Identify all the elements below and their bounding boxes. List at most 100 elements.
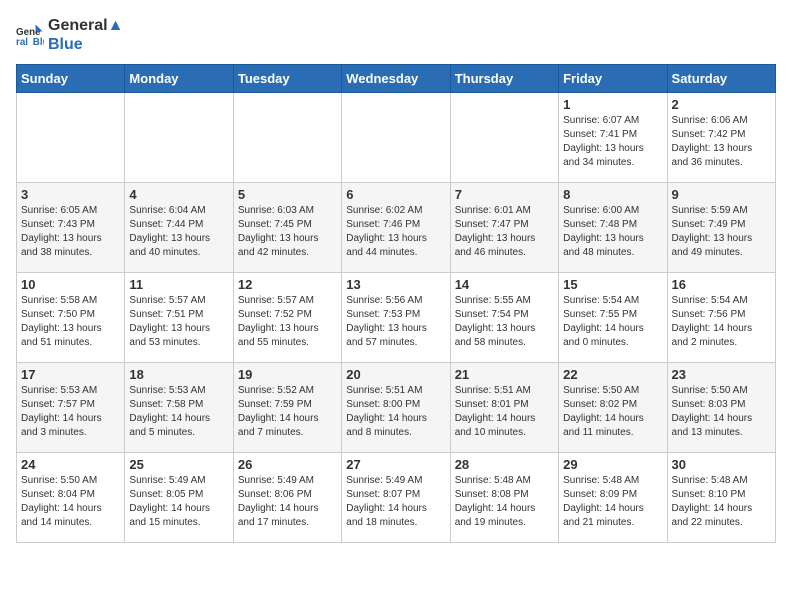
- day-number: 25: [129, 457, 228, 472]
- day-number: 30: [672, 457, 771, 472]
- calendar-cell: 13Sunrise: 5:56 AM Sunset: 7:53 PM Dayli…: [342, 273, 450, 363]
- day-number: 2: [672, 97, 771, 112]
- calendar-header-row: SundayMondayTuesdayWednesdayThursdayFrid…: [17, 65, 776, 93]
- calendar-cell: [342, 93, 450, 183]
- week-row-4: 17 Sunrise: 5:53 AM Sunset: 7:57 PM Dayli…: [17, 363, 776, 453]
- logo: Gene ral Blue General▲ Blue: [16, 16, 123, 54]
- svg-text:ral: ral: [16, 37, 28, 48]
- day-header-saturday: Saturday: [667, 65, 775, 93]
- day-info: Sunrise: 6:05 AM Sunset: 7:43 PM Dayligh…: [21, 204, 120, 260]
- day-info: Sunrise: 5:50 AM Sunset: 8:03 PM Dayligh…: [672, 384, 771, 440]
- logo-general: General▲: [48, 16, 123, 35]
- calendar-cell: 25 Sunrise: 5:49 AM Sunset: 8:05 PM Dayli…: [125, 453, 233, 543]
- day-number: 5: [238, 187, 337, 202]
- calendar-cell: 15 Sunrise: 5:54 AM Sunset: 7:55 PM Dayli…: [559, 273, 667, 363]
- day-number: 4: [129, 187, 228, 202]
- day-info: Sunrise: 5:56 AM Sunset: 7:53 PM Dayligh…: [346, 294, 445, 350]
- day-number: 19: [238, 367, 337, 382]
- day-header-friday: Friday: [559, 65, 667, 93]
- calendar-cell: 19 Sunrise: 5:52 AM Sunset: 7:59 PM Dayli…: [233, 363, 341, 453]
- week-row-5: 24Sunrise: 5:50 AM Sunset: 8:04 PM Dayli…: [17, 453, 776, 543]
- day-info: Sunrise: 6:02 AM Sunset: 7:46 PM Dayligh…: [346, 204, 445, 260]
- day-number: 28: [455, 457, 554, 472]
- day-info: Sunrise: 5:49 AM Sunset: 8:07 PM Dayligh…: [346, 474, 445, 530]
- week-row-1: 1 Sunrise: 6:07 AM Sunset: 7:41 PM Daylig…: [17, 93, 776, 183]
- calendar-cell: [450, 93, 558, 183]
- calendar-cell: 7 Sunrise: 6:01 AM Sunset: 7:47 PM Daylig…: [450, 183, 558, 273]
- day-number: 6: [346, 187, 445, 202]
- calendar-cell: 9Sunrise: 5:59 AM Sunset: 7:49 PM Daylig…: [667, 183, 775, 273]
- calendar-cell: [17, 93, 125, 183]
- day-number: 17: [21, 367, 120, 382]
- day-info: Sunrise: 5:52 AM Sunset: 7:59 PM Dayligh…: [238, 384, 337, 440]
- calendar-cell: 2 Sunrise: 6:06 AM Sunset: 7:42 PM Daylig…: [667, 93, 775, 183]
- calendar-cell: 22Sunrise: 5:50 AM Sunset: 8:02 PM Dayli…: [559, 363, 667, 453]
- day-number: 21: [455, 367, 554, 382]
- day-header-thursday: Thursday: [450, 65, 558, 93]
- calendar-cell: 4 Sunrise: 6:04 AM Sunset: 7:44 PM Daylig…: [125, 183, 233, 273]
- day-info: Sunrise: 6:03 AM Sunset: 7:45 PM Dayligh…: [238, 204, 337, 260]
- calendar-cell: 8 Sunrise: 6:00 AM Sunset: 7:48 PM Daylig…: [559, 183, 667, 273]
- day-info: Sunrise: 6:00 AM Sunset: 7:48 PM Dayligh…: [563, 204, 662, 260]
- day-info: Sunrise: 5:48 AM Sunset: 8:08 PM Dayligh…: [455, 474, 554, 530]
- calendar-body: 1 Sunrise: 6:07 AM Sunset: 7:41 PM Daylig…: [17, 93, 776, 543]
- calendar-cell: 23 Sunrise: 5:50 AM Sunset: 8:03 PM Dayli…: [667, 363, 775, 453]
- day-number: 3: [21, 187, 120, 202]
- day-number: 20: [346, 367, 445, 382]
- day-number: 15: [563, 277, 662, 292]
- calendar-cell: 30 Sunrise: 5:48 AM Sunset: 8:10 PM Dayli…: [667, 453, 775, 543]
- calendar-cell: 12 Sunrise: 5:57 AM Sunset: 7:52 PM Dayli…: [233, 273, 341, 363]
- week-row-2: 3 Sunrise: 6:05 AM Sunset: 7:43 PM Daylig…: [17, 183, 776, 273]
- calendar-cell: 26 Sunrise: 5:49 AM Sunset: 8:06 PM Dayli…: [233, 453, 341, 543]
- day-info: Sunrise: 5:54 AM Sunset: 7:55 PM Dayligh…: [563, 294, 662, 350]
- calendar-cell: 10Sunrise: 5:58 AM Sunset: 7:50 PM Dayli…: [17, 273, 125, 363]
- day-info: Sunrise: 5:57 AM Sunset: 7:51 PM Dayligh…: [129, 294, 228, 350]
- page-header: Gene ral Blue General▲ Blue: [16, 16, 776, 54]
- day-header-monday: Monday: [125, 65, 233, 93]
- day-info: Sunrise: 5:51 AM Sunset: 8:00 PM Dayligh…: [346, 384, 445, 440]
- day-number: 1: [563, 97, 662, 112]
- day-info: Sunrise: 5:49 AM Sunset: 8:05 PM Dayligh…: [129, 474, 228, 530]
- day-header-wednesday: Wednesday: [342, 65, 450, 93]
- day-number: 26: [238, 457, 337, 472]
- calendar-cell: 16Sunrise: 5:54 AM Sunset: 7:56 PM Dayli…: [667, 273, 775, 363]
- day-info: Sunrise: 5:54 AM Sunset: 7:56 PM Dayligh…: [672, 294, 771, 350]
- day-info: Sunrise: 6:04 AM Sunset: 7:44 PM Dayligh…: [129, 204, 228, 260]
- day-number: 8: [563, 187, 662, 202]
- day-info: Sunrise: 5:48 AM Sunset: 8:10 PM Dayligh…: [672, 474, 771, 530]
- calendar-cell: 1 Sunrise: 6:07 AM Sunset: 7:41 PM Daylig…: [559, 93, 667, 183]
- calendar-cell: 17 Sunrise: 5:53 AM Sunset: 7:57 PM Dayli…: [17, 363, 125, 453]
- day-number: 14: [455, 277, 554, 292]
- day-header-tuesday: Tuesday: [233, 65, 341, 93]
- calendar-cell: 27 Sunrise: 5:49 AM Sunset: 8:07 PM Dayli…: [342, 453, 450, 543]
- day-info: Sunrise: 5:57 AM Sunset: 7:52 PM Dayligh…: [238, 294, 337, 350]
- day-header-sunday: Sunday: [17, 65, 125, 93]
- day-number: 27: [346, 457, 445, 472]
- day-info: Sunrise: 5:51 AM Sunset: 8:01 PM Dayligh…: [455, 384, 554, 440]
- calendar-cell: 20 Sunrise: 5:51 AM Sunset: 8:00 PM Dayli…: [342, 363, 450, 453]
- day-number: 12: [238, 277, 337, 292]
- day-info: Sunrise: 5:49 AM Sunset: 8:06 PM Dayligh…: [238, 474, 337, 530]
- calendar-cell: 11Sunrise: 5:57 AM Sunset: 7:51 PM Dayli…: [125, 273, 233, 363]
- day-info: Sunrise: 5:48 AM Sunset: 8:09 PM Dayligh…: [563, 474, 662, 530]
- day-number: 29: [563, 457, 662, 472]
- day-info: Sunrise: 6:07 AM Sunset: 7:41 PM Dayligh…: [563, 114, 662, 170]
- day-info: Sunrise: 5:55 AM Sunset: 7:54 PM Dayligh…: [455, 294, 554, 350]
- day-number: 22: [563, 367, 662, 382]
- calendar-cell: 14 Sunrise: 5:55 AM Sunset: 7:54 PM Dayli…: [450, 273, 558, 363]
- day-info: Sunrise: 5:53 AM Sunset: 7:57 PM Dayligh…: [21, 384, 120, 440]
- logo-icon: Gene ral Blue: [16, 21, 44, 49]
- day-info: Sunrise: 6:06 AM Sunset: 7:42 PM Dayligh…: [672, 114, 771, 170]
- day-info: Sunrise: 5:53 AM Sunset: 7:58 PM Dayligh…: [129, 384, 228, 440]
- calendar-cell: 5 Sunrise: 6:03 AM Sunset: 7:45 PM Daylig…: [233, 183, 341, 273]
- day-number: 23: [672, 367, 771, 382]
- day-info: Sunrise: 5:59 AM Sunset: 7:49 PM Dayligh…: [672, 204, 771, 260]
- day-number: 18: [129, 367, 228, 382]
- calendar-cell: 21 Sunrise: 5:51 AM Sunset: 8:01 PM Dayli…: [450, 363, 558, 453]
- week-row-3: 10Sunrise: 5:58 AM Sunset: 7:50 PM Dayli…: [17, 273, 776, 363]
- svg-text:Blue: Blue: [33, 37, 44, 48]
- calendar-cell: [233, 93, 341, 183]
- day-number: 7: [455, 187, 554, 202]
- day-info: Sunrise: 6:01 AM Sunset: 7:47 PM Dayligh…: [455, 204, 554, 260]
- day-info: Sunrise: 5:50 AM Sunset: 8:04 PM Dayligh…: [21, 474, 120, 530]
